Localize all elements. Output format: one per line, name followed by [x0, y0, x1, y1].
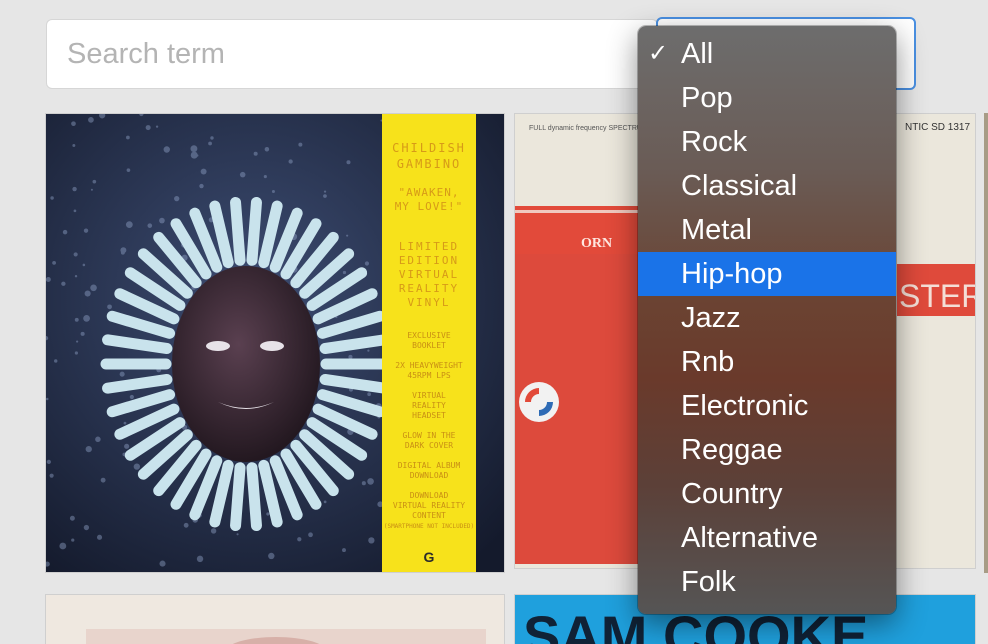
- genre-option-rock[interactable]: Rock: [638, 120, 896, 164]
- album-card[interactable]: [984, 113, 988, 573]
- svg-text:GLOW IN THE: GLOW IN THE: [403, 431, 456, 440]
- genre-option-country[interactable]: Country: [638, 472, 896, 516]
- svg-text:DIGITAL ALBUM: DIGITAL ALBUM: [398, 461, 461, 470]
- svg-text:EXCLUSIVE: EXCLUSIVE: [407, 331, 451, 340]
- genre-option-all[interactable]: ✓ All: [638, 32, 896, 76]
- genre-option-electronic[interactable]: Electronic: [638, 384, 896, 428]
- svg-text:CONTENT: CONTENT: [412, 511, 446, 520]
- genre-option-jazz[interactable]: Jazz: [638, 296, 896, 340]
- svg-text:DARK COVER: DARK COVER: [405, 441, 453, 450]
- stereo-label: STEREO: [899, 278, 976, 314]
- genre-option-metal[interactable]: Metal: [638, 208, 896, 252]
- svg-text:EDITION: EDITION: [399, 254, 459, 267]
- sticker-title-2: MY LOVE!": [395, 200, 464, 213]
- genre-option-rnb[interactable]: Rnb: [638, 340, 896, 384]
- sticker-title: "AWAKEN,: [399, 186, 460, 199]
- svg-text:VIRTUAL: VIRTUAL: [412, 391, 446, 400]
- genre-option-classical[interactable]: Classical: [638, 164, 896, 208]
- svg-text:DOWNLOAD: DOWNLOAD: [410, 491, 449, 500]
- svg-text:REALITY: REALITY: [399, 282, 459, 295]
- svg-text:BOOKLET: BOOKLET: [412, 341, 446, 350]
- svg-text:REALITY: REALITY: [412, 401, 446, 410]
- svg-text:(SMARTPHONE NOT INCLUDED): (SMARTPHONE NOT INCLUDED): [384, 523, 474, 530]
- svg-text:HEADSET: HEADSET: [412, 411, 446, 420]
- album-cover-art: [46, 595, 504, 644]
- svg-text:DOWNLOAD: DOWNLOAD: [410, 471, 449, 480]
- checkmark-icon: ✓: [648, 40, 669, 67]
- genre-option-folk[interactable]: Folk: [638, 560, 896, 604]
- genre-option-reggae[interactable]: Reggae: [638, 428, 896, 472]
- sticker-artist-2: GAMBINO: [397, 157, 462, 171]
- svg-text:45RPM LPS: 45RPM LPS: [407, 371, 451, 380]
- svg-text:LIMITED: LIMITED: [399, 240, 459, 253]
- album-card[interactable]: [45, 594, 505, 644]
- sticker-artist: CHILDISH: [392, 141, 466, 155]
- genre-option-alternative[interactable]: Alternative: [638, 516, 896, 560]
- svg-text:FULL dynamic frequency SPECTRU: FULL dynamic frequency SPECTRUM: [529, 125, 648, 132]
- svg-text:2X HEAVYWEIGHT: 2X HEAVYWEIGHT: [395, 361, 463, 370]
- label-logo: G: [424, 549, 435, 565]
- svg-text:VIRTUAL REALITY: VIRTUAL REALITY: [393, 501, 465, 510]
- genre-dropdown-menu[interactable]: ✓ All Pop Rock Classical Metal Hip-hop J…: [638, 26, 896, 614]
- genre-option-pop[interactable]: Pop: [638, 76, 896, 120]
- genre-option-hip-hop[interactable]: Hip-hop: [638, 252, 896, 296]
- svg-text:NTIC SD 1317: NTIC SD 1317: [905, 122, 970, 133]
- svg-text:VIRTUAL: VIRTUAL: [399, 268, 459, 281]
- svg-text:ORN: ORN: [581, 236, 612, 251]
- album-card[interactable]: CHILDISH GAMBINO "AWAKEN, MY LOVE!" LIMI…: [45, 113, 505, 573]
- svg-text:VINYL: VINYL: [407, 296, 450, 309]
- search-input[interactable]: [46, 19, 658, 89]
- album-cover-art: CHILDISH GAMBINO "AWAKEN, MY LOVE!" LIMI…: [46, 114, 504, 572]
